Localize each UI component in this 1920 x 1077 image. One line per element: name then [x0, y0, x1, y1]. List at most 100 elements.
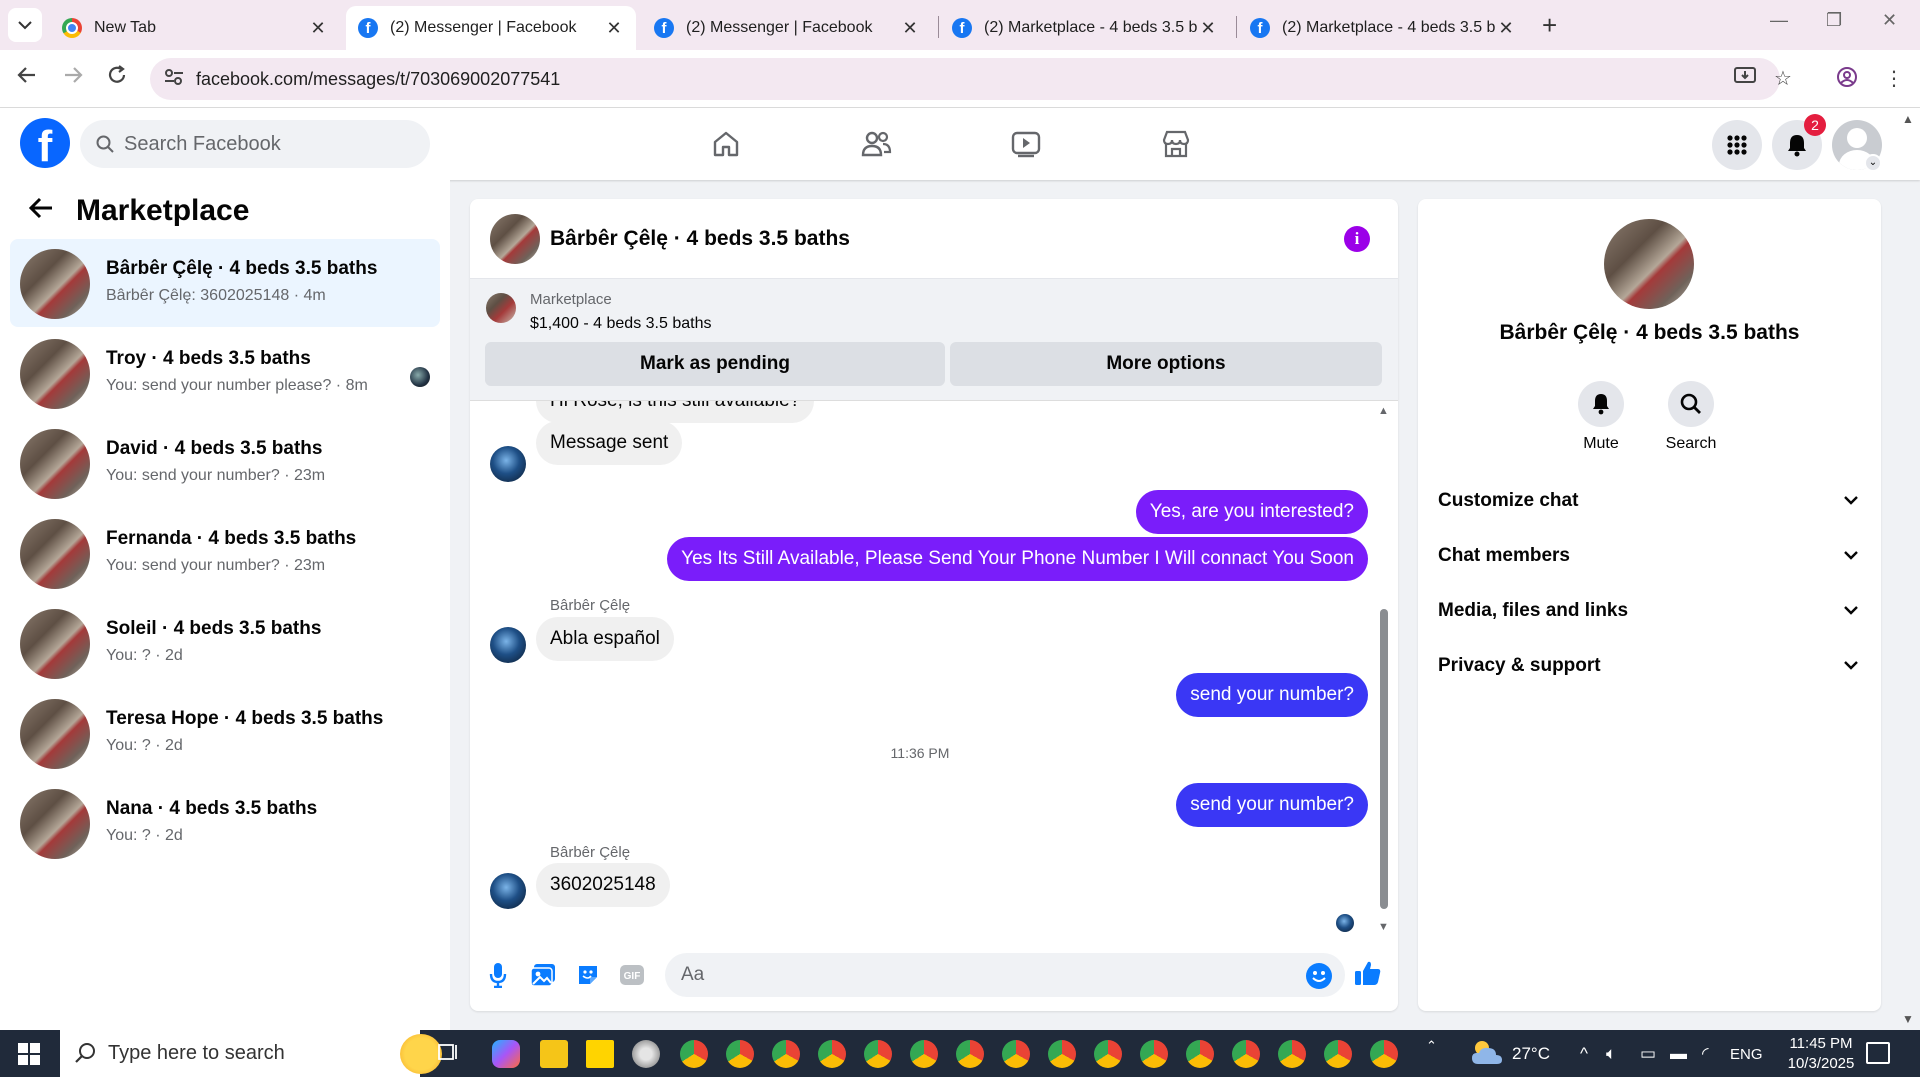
page-scroll-up-arrow-icon[interactable]: ▲: [1902, 112, 1914, 126]
page-scroll-down-arrow-icon[interactable]: ▼: [1902, 1012, 1914, 1026]
input-language[interactable]: ENG: [1730, 1046, 1763, 1063]
browser-tab-new-tab[interactable]: New Tab ✕: [50, 6, 340, 50]
taskbar-clock[interactable]: 11:45 PM 10/3/2025: [1776, 1034, 1866, 1074]
photo-attach-icon[interactable]: [529, 961, 557, 989]
chrome-taskbar-icon[interactable]: [1232, 1040, 1260, 1068]
chrome-taskbar-icon[interactable]: [680, 1040, 708, 1068]
chrome-taskbar-icon[interactable]: [864, 1040, 892, 1068]
chat-list-item[interactable]: Fernanda · 4 beds 3.5 baths You: send yo…: [10, 509, 440, 597]
chat-list-item[interactable]: Bârbêr Çêlę · 4 beds 3.5 baths Bârbêr Çê…: [10, 239, 440, 327]
file-explorer-icon[interactable]: [540, 1040, 568, 1068]
friends-icon[interactable]: [856, 124, 896, 164]
browser-tab-messenger[interactable]: f (2) Messenger | Facebook ✕: [642, 6, 932, 50]
tab-close-icon[interactable]: ✕: [604, 18, 624, 39]
chat-list-item[interactable]: Soleil · 4 beds 3.5 baths You: ? · 2d: [10, 599, 440, 687]
chrome-taskbar-icon[interactable]: [1048, 1040, 1076, 1068]
chrome-taskbar-icon[interactable]: [910, 1040, 938, 1068]
mute-button[interactable]: Mute: [1561, 381, 1641, 453]
chrome-taskbar-icon[interactable]: [818, 1040, 846, 1068]
chrome-taskbar-icon[interactable]: [1140, 1040, 1168, 1068]
conversation-avatar[interactable]: [490, 214, 540, 264]
chrome-taskbar-icon[interactable]: [1002, 1040, 1030, 1068]
browser-menu-icon[interactable]: ⋮: [1884, 66, 1904, 91]
chat-list-item[interactable]: David · 4 beds 3.5 baths You: send your …: [10, 419, 440, 507]
tab-close-icon[interactable]: ✕: [308, 18, 328, 39]
bookmark-star-icon[interactable]: ☆: [1774, 66, 1792, 91]
windows-start-icon[interactable]: [18, 1043, 40, 1065]
chrome-taskbar-icon[interactable]: [726, 1040, 754, 1068]
browser-tab-marketplace-1[interactable]: f (2) Marketplace - 4 beds 3.5 ba ✕: [940, 6, 1230, 50]
copilot-icon[interactable]: [492, 1040, 520, 1068]
mark-as-pending-button[interactable]: Mark as pending: [485, 342, 945, 386]
emoji-icon[interactable]: [1306, 963, 1332, 989]
paint-app-icon[interactable]: [632, 1040, 660, 1068]
taskbar-overflow-chevron-icon[interactable]: ⌃: [1426, 1038, 1437, 1054]
meet-now-icon[interactable]: ▭: [1640, 1044, 1656, 1064]
forward-arrow-icon[interactable]: [62, 64, 84, 92]
more-options-button[interactable]: More options: [950, 342, 1382, 386]
message-input[interactable]: Aa: [665, 953, 1345, 997]
task-view-icon[interactable]: [436, 1040, 464, 1068]
tab-close-icon[interactable]: ✕: [1496, 18, 1516, 39]
tab-close-icon[interactable]: ✕: [900, 18, 920, 39]
microphone-icon[interactable]: [484, 961, 512, 989]
chat-list-item[interactable]: Teresa Hope · 4 beds 3.5 baths You: ? · …: [10, 689, 440, 777]
contact-avatar[interactable]: [1604, 219, 1694, 309]
chat-list-item[interactable]: Nana · 4 beds 3.5 baths You: ? · 2d: [10, 779, 440, 867]
search-in-conversation-button[interactable]: Search: [1651, 381, 1731, 453]
back-arrow-icon[interactable]: [16, 64, 38, 92]
browser-tab-messenger-active[interactable]: f (2) Messenger | Facebook ✕: [346, 6, 636, 50]
listing-thumbnail[interactable]: [486, 293, 516, 323]
restore-icon[interactable]: ❐: [1826, 10, 1842, 31]
chrome-taskbar-icon[interactable]: [1278, 1040, 1306, 1068]
like-thumbs-up-icon[interactable]: [1354, 959, 1382, 987]
home-icon[interactable]: [706, 124, 746, 164]
taskbar-search-input[interactable]: Type here to search: [60, 1030, 442, 1077]
chrome-taskbar-icon[interactable]: [956, 1040, 984, 1068]
tab-close-icon[interactable]: ✕: [1198, 18, 1218, 39]
profile-icon[interactable]: [1836, 66, 1858, 94]
chrome-taskbar-icon[interactable]: [1370, 1040, 1398, 1068]
media-files-links-section[interactable]: Media, files and links: [1438, 591, 1858, 631]
scroll-up-arrow-icon[interactable]: ▲: [1378, 405, 1389, 417]
browser-tab-marketplace-2[interactable]: f (2) Marketplace - 4 beds 3.5 ba ✕: [1238, 6, 1528, 50]
reload-icon[interactable]: [106, 64, 128, 92]
scroll-down-arrow-icon[interactable]: ▼: [1378, 921, 1389, 933]
conversation-title[interactable]: Bârbêr Çêlę · 4 beds 3.5 baths: [550, 227, 850, 251]
info-icon[interactable]: i: [1344, 226, 1370, 252]
privacy-support-section[interactable]: Privacy & support: [1438, 646, 1858, 686]
volume-icon[interactable]: 🔈︎: [1606, 1044, 1616, 1064]
site-settings-icon[interactable]: [164, 68, 184, 91]
facebook-logo[interactable]: f: [20, 118, 70, 168]
gif-icon[interactable]: GIF: [618, 961, 646, 989]
marketplace-icon[interactable]: [1156, 124, 1196, 164]
battery-icon[interactable]: ▬: [1670, 1044, 1687, 1064]
tab-search-dropdown-icon[interactable]: [8, 8, 42, 42]
menu-grid-icon[interactable]: [1712, 120, 1762, 170]
url-omnibox[interactable]: facebook.com/messages/t/703069002077541: [150, 58, 1780, 100]
show-hidden-icons-chevron-icon[interactable]: ^: [1580, 1044, 1588, 1064]
chrome-taskbar-icon[interactable]: [1094, 1040, 1122, 1068]
chrome-taskbar-icon[interactable]: [772, 1040, 800, 1068]
back-arrow-icon[interactable]: [28, 194, 54, 228]
listing-summary[interactable]: $1,400 - 4 beds 3.5 baths: [530, 315, 711, 333]
sticker-icon[interactable]: [574, 961, 602, 989]
wifi-icon[interactable]: ◜: [1702, 1044, 1709, 1064]
sticky-notes-icon[interactable]: [586, 1040, 614, 1068]
chat-members-section[interactable]: Chat members: [1438, 536, 1858, 576]
new-tab-plus-icon[interactable]: +: [1542, 10, 1557, 41]
sender-name: Bârbêr Çêlę: [550, 844, 631, 861]
account-chevron-down-icon[interactable]: ⌄: [1864, 154, 1882, 172]
chat-list-item[interactable]: Troy · 4 beds 3.5 baths You: send your n…: [10, 329, 440, 417]
cloudy-weather-icon[interactable]: [1470, 1038, 1504, 1071]
minimize-icon[interactable]: —: [1770, 10, 1788, 31]
chrome-taskbar-icon[interactable]: [1186, 1040, 1214, 1068]
install-app-icon[interactable]: [1734, 66, 1756, 92]
message-scrollbar[interactable]: [1380, 609, 1388, 909]
facebook-search-input[interactable]: Search Facebook: [80, 120, 430, 168]
notification-center-icon[interactable]: [1866, 1042, 1890, 1064]
close-window-icon[interactable]: ✕: [1882, 10, 1897, 31]
video-icon[interactable]: [1006, 124, 1046, 164]
customize-chat-section[interactable]: Customize chat: [1438, 481, 1858, 521]
chrome-taskbar-icon[interactable]: [1324, 1040, 1352, 1068]
